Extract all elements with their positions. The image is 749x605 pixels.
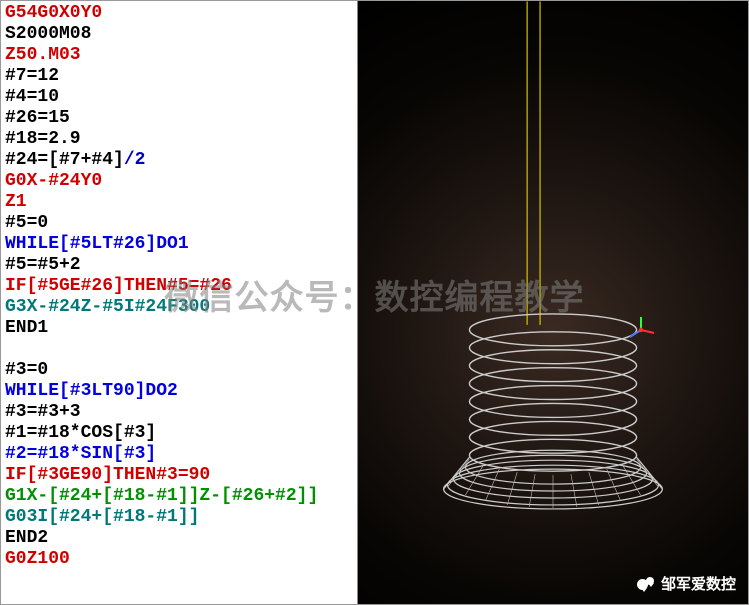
code-segment: END2 — [5, 528, 48, 548]
code-segment — [5, 339, 16, 359]
code-line[interactable]: G0X-#24Y0 — [5, 171, 353, 192]
code-line[interactable]: #5=0 — [5, 213, 353, 234]
code-segment: #5=#5+2 — [5, 255, 81, 275]
credit-badge: 邹军爱数控 — [637, 573, 736, 594]
code-line[interactable]: WHILE[#5LT#26]DO1 — [5, 234, 353, 255]
code-line[interactable]: G3X-#24Z-#5I#24F300 — [5, 297, 353, 318]
code-segment: G3X-#24Z-#5I#24F300 — [5, 297, 210, 317]
code-segment: S2000M08 — [5, 24, 91, 44]
code-line[interactable]: Z50.M03 — [5, 45, 353, 66]
code-segment: G0Z100 — [5, 549, 70, 569]
code-segment: #24=[#7+#4] — [5, 150, 124, 170]
code-segment: #3=0 — [5, 360, 48, 380]
code-segment: WHILE[#5LT#26]DO1 — [5, 234, 189, 254]
code-line[interactable]: WHILE[#3LT90]DO2 — [5, 381, 353, 402]
code-segment: #18=2.9 — [5, 129, 81, 149]
code-line[interactable]: IF[#5GE#26]THEN#5=#26 — [5, 276, 353, 297]
toolpath-viewport[interactable]: 邹军爱数控 — [358, 1, 748, 604]
code-segment: IF[#5GE#26]THEN#5=#26 — [5, 276, 232, 296]
code-segment: #5=0 — [5, 213, 48, 233]
code-segment: WHILE[#3LT90]DO2 — [5, 381, 178, 401]
code-line[interactable]: G0Z100 — [5, 549, 353, 570]
code-line[interactable]: #1=#18*COS[#3] — [5, 423, 353, 444]
code-segment: #26=15 — [5, 108, 70, 128]
code-segment: #1=#18*COS[#3] — [5, 423, 156, 443]
code-line[interactable]: G1X-[#24+[#18-#1]]Z-[#26+#2]] — [5, 486, 353, 507]
code-line[interactable]: #3=0 — [5, 360, 353, 381]
code-segment: END1 — [5, 318, 48, 338]
code-line[interactable]: #4=10 — [5, 87, 353, 108]
code-segment: G0X-#24Y0 — [5, 171, 102, 191]
wechat-icon — [637, 575, 655, 593]
code-line[interactable]: #24=[#7+#4]/2 — [5, 150, 353, 171]
code-line[interactable]: Z1 — [5, 192, 353, 213]
code-line[interactable]: S2000M08 — [5, 24, 353, 45]
code-segment: G1X-[#24+[#18-#1]]Z-[#26+#2]] — [5, 486, 318, 506]
code-line[interactable]: #18=2.9 — [5, 129, 353, 150]
code-line[interactable] — [5, 339, 353, 360]
code-segment: Z50.M03 — [5, 45, 81, 65]
code-segment: #4=10 — [5, 87, 59, 107]
code-segment: Z1 — [5, 192, 27, 212]
code-segment: G54G0X0Y0 — [5, 3, 102, 23]
code-line[interactable]: G03I[#24+[#18-#1]] — [5, 507, 353, 528]
toolpath-svg — [358, 1, 748, 604]
code-line[interactable]: #3=#3+3 — [5, 402, 353, 423]
code-line[interactable]: #2=#18*SIN[#3] — [5, 444, 353, 465]
code-line[interactable]: END2 — [5, 528, 353, 549]
code-line[interactable]: IF[#3GE90]THEN#3=90 — [5, 465, 353, 486]
app-root: G54G0X0Y0S2000M08Z50.M03#7=12#4=10#26=15… — [0, 0, 749, 605]
code-segment: #7=12 — [5, 66, 59, 86]
code-line[interactable]: G54G0X0Y0 — [5, 3, 353, 24]
code-line[interactable]: END1 — [5, 318, 353, 339]
credit-text: 邹军爱数控 — [661, 573, 736, 594]
code-segment: #2=#18*SIN[#3] — [5, 444, 156, 464]
code-segment: /2 — [124, 150, 146, 170]
code-line[interactable]: #7=12 — [5, 66, 353, 87]
code-segment: #3=#3+3 — [5, 402, 81, 422]
code-segment: IF[#3GE90]THEN#3=90 — [5, 465, 210, 485]
gcode-editor[interactable]: G54G0X0Y0S2000M08Z50.M03#7=12#4=10#26=15… — [1, 1, 358, 604]
code-line[interactable]: #5=#5+2 — [5, 255, 353, 276]
code-line[interactable]: #26=15 — [5, 108, 353, 129]
code-segment: G03I[#24+[#18-#1]] — [5, 507, 199, 527]
